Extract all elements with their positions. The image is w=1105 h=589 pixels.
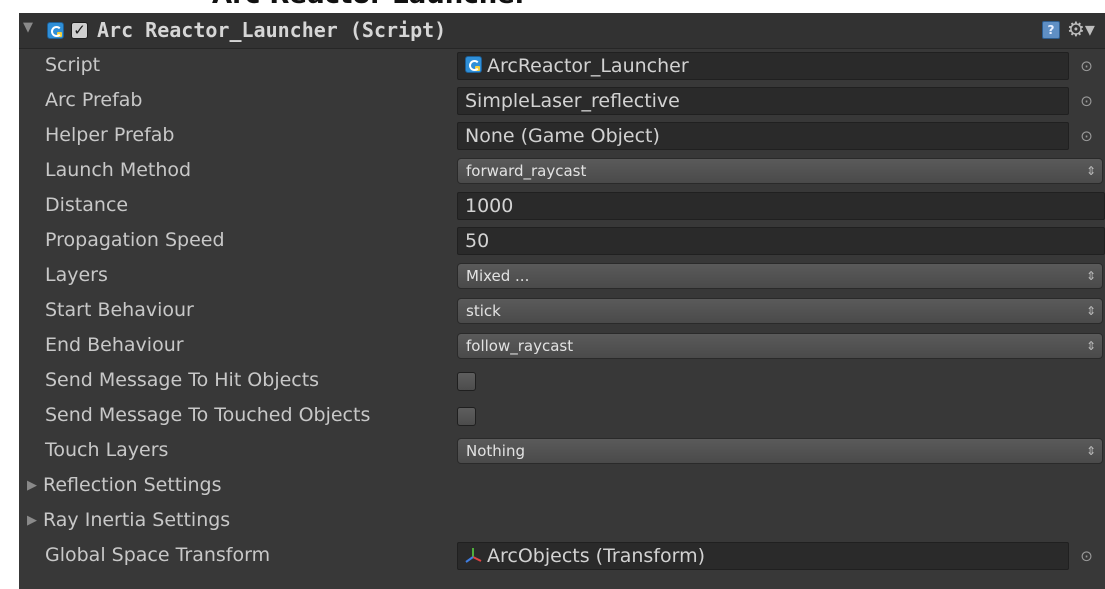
layers-dropdown[interactable]: Mixed ... ⇕ — [457, 263, 1103, 289]
arc-prefab-field[interactable]: SimpleLaser_reflective — [457, 87, 1069, 115]
field-label: Launch Method — [45, 159, 192, 181]
page-heading-fragment: Arc Reactor Launcher — [212, 0, 528, 10]
dropdown-arrows-icon: ⇕ — [1085, 444, 1096, 458]
start-behaviour-dropdown[interactable]: stick ⇕ — [457, 298, 1103, 324]
field-label: Script — [45, 54, 101, 76]
reflection-settings-foldout[interactable]: ▶ Reflection Settings — [19, 469, 1105, 504]
component-enabled-checkbox[interactable]: ✓ — [71, 22, 88, 39]
dropdown-arrows-icon: ⇕ — [1085, 269, 1096, 283]
row-end-behaviour: End Behaviour follow_raycast ⇕ — [19, 329, 1105, 364]
global-space-transform-field[interactable]: ArcObjects (Transform) — [457, 542, 1069, 570]
helper-prefab-field[interactable]: None (Game Object) — [457, 122, 1069, 150]
dropdown-arrows-icon: ⇕ — [1085, 339, 1096, 353]
dropdown-value: forward_raycast — [466, 162, 587, 180]
script-field[interactable]: ArcReactor_Launcher — [457, 52, 1069, 80]
propagation-speed-input[interactable]: 50 — [457, 227, 1105, 255]
row-start-behaviour: Start Behaviour stick ⇕ — [19, 294, 1105, 329]
foldout-expanded-icon[interactable]: ▼ — [23, 20, 33, 35]
row-send-message-hit: Send Message To Hit Objects — [19, 364, 1105, 399]
inspector-panel: ▼ ✓ Arc Reactor_Launcher (Script) ? ⚙▾ S… — [19, 13, 1105, 589]
object-picker-icon[interactable]: ⊙ — [1077, 547, 1096, 566]
gear-icon[interactable]: ⚙▾ — [1067, 16, 1103, 42]
field-label: Touch Layers — [45, 439, 169, 461]
row-global-space-transform: Global Space Transform ArcObjects (Trans… — [19, 539, 1105, 574]
object-picker-icon[interactable]: ⊙ — [1077, 57, 1096, 76]
foldout-collapsed-icon[interactable]: ▶ — [27, 513, 37, 528]
field-label: Helper Prefab — [45, 124, 175, 146]
row-touch-layers: Touch Layers Nothing ⇕ — [19, 434, 1105, 469]
send-message-hit-checkbox[interactable] — [457, 372, 476, 391]
row-launch-method: Launch Method forward_raycast ⇕ — [19, 154, 1105, 189]
distance-input[interactable]: 1000 — [457, 192, 1105, 220]
help-icon[interactable]: ? — [1042, 21, 1060, 39]
field-label: Send Message To Touched Objects — [45, 404, 371, 426]
launch-method-dropdown[interactable]: forward_raycast ⇕ — [457, 158, 1103, 184]
field-label: Global Space Transform — [45, 544, 271, 566]
dropdown-value: follow_raycast — [466, 337, 574, 355]
field-label: Distance — [45, 194, 129, 216]
transform-icon — [465, 547, 482, 563]
dropdown-value: stick — [466, 302, 501, 320]
foldout-label: Ray Inertia Settings — [43, 509, 231, 531]
script-icon — [47, 22, 64, 39]
end-behaviour-dropdown[interactable]: follow_raycast ⇕ — [457, 333, 1103, 359]
foldout-label: Reflection Settings — [43, 474, 222, 496]
row-script: Script ArcReactor_Launcher ⊙ — [19, 49, 1105, 84]
dropdown-value: Nothing — [466, 442, 525, 460]
foldout-collapsed-icon[interactable]: ▶ — [27, 478, 37, 493]
touch-layers-dropdown[interactable]: Nothing ⇕ — [457, 438, 1103, 464]
row-layers: Layers Mixed ... ⇕ — [19, 259, 1105, 294]
dropdown-arrows-icon: ⇕ — [1085, 164, 1096, 178]
dropdown-value: Mixed ... — [466, 267, 530, 285]
field-value: ArcObjects (Transform) — [487, 545, 705, 567]
object-picker-icon[interactable]: ⊙ — [1077, 127, 1096, 146]
dropdown-arrows-icon: ⇕ — [1085, 304, 1096, 318]
field-label: End Behaviour — [45, 334, 184, 356]
row-distance: Distance 1000 — [19, 189, 1105, 224]
field-value: ArcReactor_Launcher — [487, 55, 689, 77]
send-message-touched-checkbox[interactable] — [457, 407, 476, 426]
script-icon — [465, 56, 482, 73]
field-label: Start Behaviour — [45, 299, 194, 321]
field-label: Propagation Speed — [45, 229, 225, 251]
row-arc-prefab: Arc Prefab SimpleLaser_reflective ⊙ — [19, 84, 1105, 119]
object-picker-icon[interactable]: ⊙ — [1077, 92, 1096, 111]
field-label: Arc Prefab — [45, 89, 143, 111]
row-send-message-touched: Send Message To Touched Objects — [19, 399, 1105, 434]
component-title: Arc Reactor_Launcher (Script) — [97, 18, 447, 42]
row-propagation-speed: Propagation Speed 50 — [19, 224, 1105, 259]
field-label: Send Message To Hit Objects — [45, 369, 320, 391]
ray-inertia-settings-foldout[interactable]: ▶ Ray Inertia Settings — [19, 504, 1105, 539]
row-helper-prefab: Helper Prefab None (Game Object) ⊙ — [19, 119, 1105, 154]
field-label: Layers — [45, 264, 108, 286]
component-header[interactable]: ▼ ✓ Arc Reactor_Launcher (Script) ? ⚙▾ — [19, 13, 1105, 49]
